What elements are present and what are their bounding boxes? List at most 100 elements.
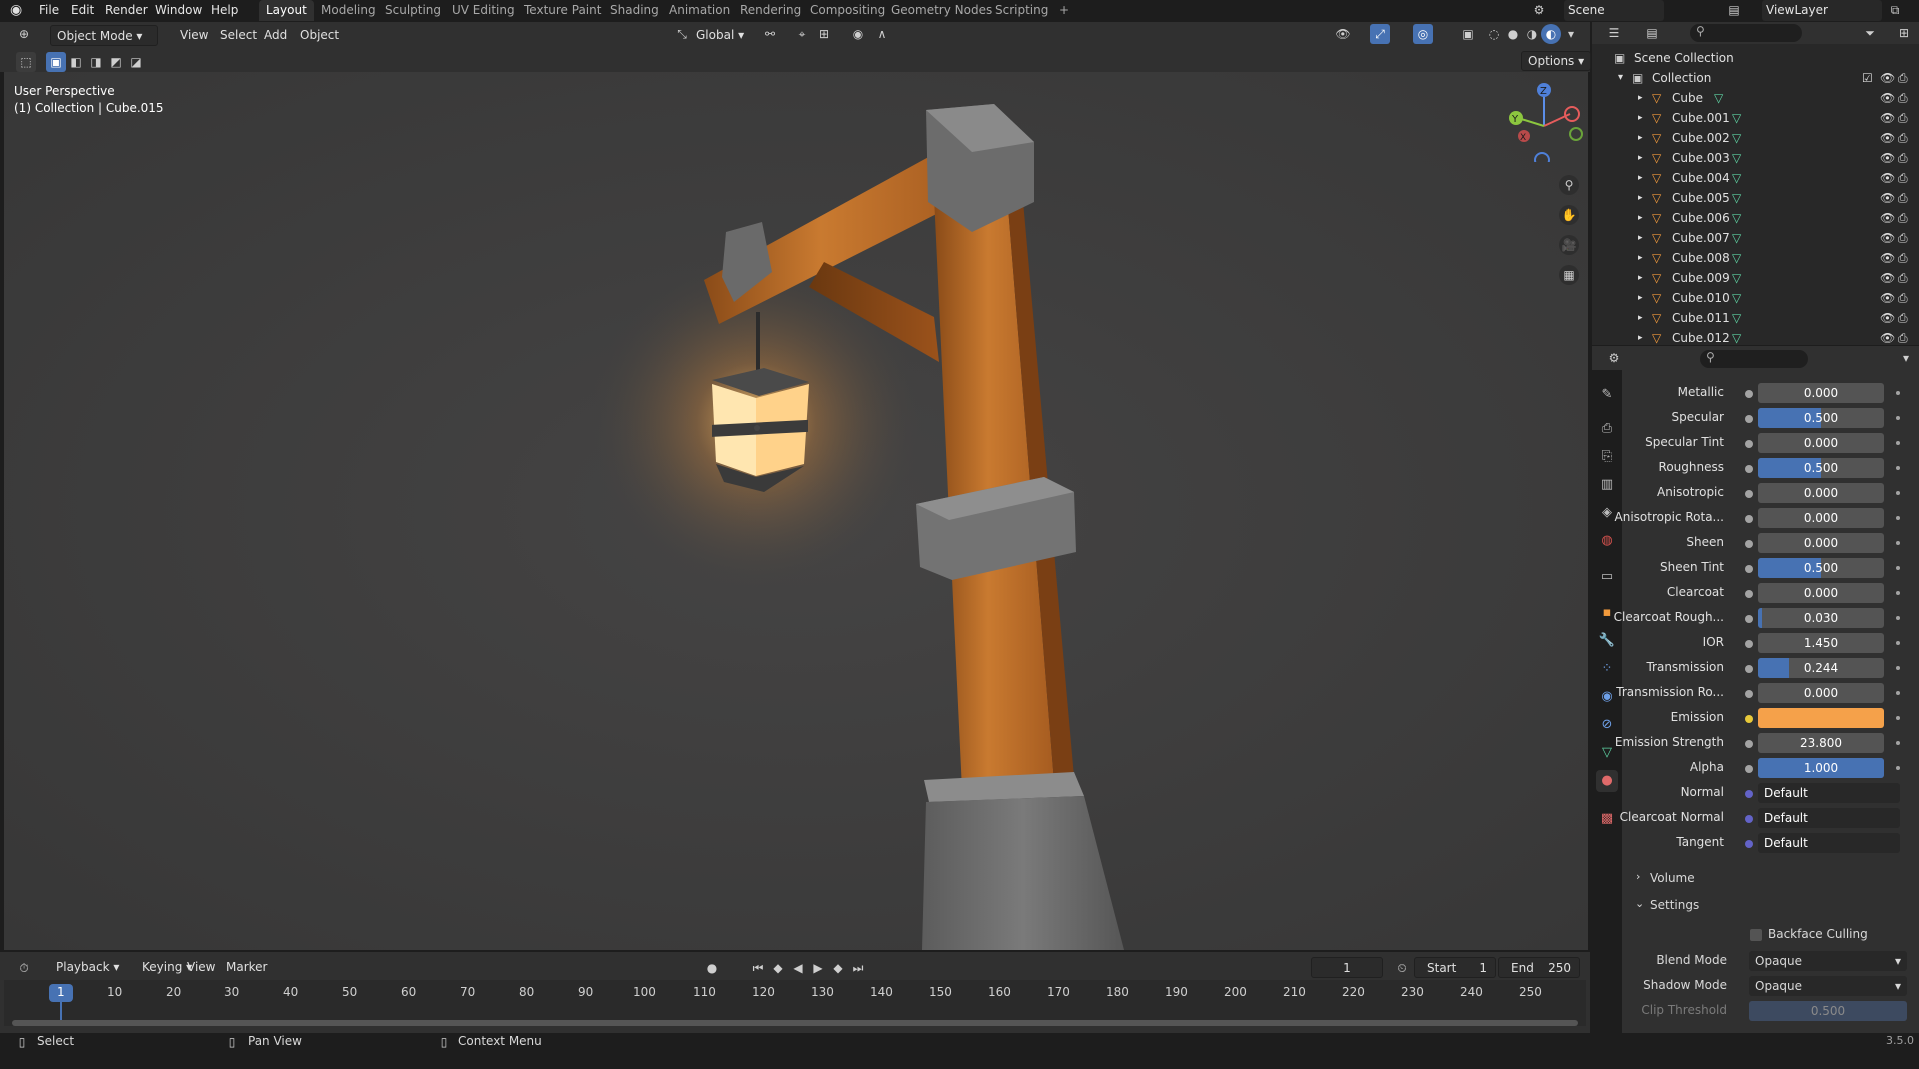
outliner-object-row[interactable]: ▸ ▽ Cube.012 ▽ 👁 ⎙ (1592, 328, 1919, 348)
expand-arrow-icon[interactable]: ▾ (1618, 68, 1623, 88)
vector-socket-icon[interactable] (1745, 840, 1753, 848)
volume-panel-header[interactable]: › Volume (1622, 868, 1919, 890)
outliner-editor-type-icon[interactable]: ☰ (1604, 23, 1624, 43)
property-slider[interactable]: 0.030 (1758, 608, 1884, 628)
menu-view[interactable]: View (174, 25, 214, 46)
eye-icon[interactable]: 👁 (1880, 308, 1895, 328)
shadow-mode-dropdown[interactable]: Opaque ▾ (1749, 976, 1907, 996)
pan-hand-icon[interactable]: ✋ (1559, 205, 1579, 225)
socket-dot-icon[interactable] (1745, 740, 1753, 748)
socket-dot-icon[interactable] (1745, 440, 1753, 448)
property-slider[interactable]: 0.500 (1758, 408, 1884, 428)
eye-icon[interactable]: 👁 (1880, 128, 1895, 148)
expand-arrow-icon[interactable]: ▸ (1638, 228, 1643, 248)
timeline-scrollbar[interactable] (12, 1020, 1578, 1026)
menu-file[interactable]: File (39, 0, 59, 21)
perspective-grid-icon[interactable]: ▦ (1559, 265, 1579, 285)
camera-icon[interactable]: ⎙ (1898, 68, 1908, 88)
gizmo-toggle-icon[interactable]: ⤢ (1370, 24, 1390, 44)
keyframe-dot-icon[interactable] (1896, 491, 1900, 495)
expand-arrow-icon[interactable]: ▸ (1638, 188, 1643, 208)
expand-arrow-icon[interactable]: ▸ (1638, 108, 1643, 128)
outliner-scene-collection[interactable]: ▣ Scene Collection (1592, 48, 1919, 68)
tab-modeling[interactable]: Modeling (314, 0, 383, 21)
view-layer-selector[interactable]: ViewLayer (1762, 0, 1882, 21)
property-slider[interactable]: 0.500 (1758, 458, 1884, 478)
outliner-object-row[interactable]: ▸ ▽ Cube.009 ▽ 👁 ⎙ (1592, 268, 1919, 288)
outliner-object-row[interactable]: ▸ ▽ Cube.002 ▽ 👁 ⎙ (1592, 128, 1919, 148)
socket-dot-icon[interactable] (1745, 765, 1753, 773)
camera-icon[interactable]: ⎙ (1898, 288, 1908, 308)
expand-arrow-icon[interactable]: ▸ (1638, 88, 1643, 108)
property-slider[interactable]: 1.000 (1758, 758, 1884, 778)
modifier-tab-icon[interactable]: 🔧 (1596, 630, 1618, 652)
property-slider[interactable]: 0.000 (1758, 683, 1884, 703)
property-slider[interactable]: 0.000 (1758, 383, 1884, 403)
outliner-object-row[interactable]: ▸ ▽ Cube.005 ▽ 👁 ⎙ (1592, 188, 1919, 208)
eye-icon[interactable]: 👁 (1880, 268, 1895, 288)
outliner-object-row[interactable]: ▸ ▽ Cube.004 ▽ 👁 ⎙ (1592, 168, 1919, 188)
menu-timeline-view[interactable]: View (181, 957, 221, 978)
expand-arrow-icon[interactable]: ▸ (1638, 208, 1643, 228)
socket-dot-icon[interactable] (1745, 615, 1753, 623)
mesh-data-icon[interactable]: ▽ (1732, 308, 1741, 328)
outliner-object-row[interactable]: ▸ ▽ Cube.006 ▽ 👁 ⎙ (1592, 208, 1919, 228)
timeline-editor-type-icon[interactable]: ⏱ (14, 958, 34, 978)
keyframe-dot-icon[interactable] (1896, 691, 1900, 695)
overlay-toggle-icon[interactable]: ◎ (1413, 24, 1433, 44)
xray-icon[interactable]: ▣ (1458, 24, 1478, 44)
eye-icon[interactable]: 👁 (1880, 328, 1895, 348)
display-mode-icon[interactable]: ▤ (1642, 23, 1662, 43)
property-slider[interactable]: 0.000 (1758, 583, 1884, 603)
options-button[interactable]: Options ▾ (1521, 51, 1592, 71)
output-tab-icon[interactable]: ⎘ (1596, 446, 1618, 468)
camera-icon[interactable]: ⎙ (1898, 108, 1908, 128)
menu-playback[interactable]: Playback ▾ (50, 957, 125, 978)
expand-arrow-icon[interactable]: ▸ (1638, 248, 1643, 268)
property-slider[interactable]: 0.244 (1758, 658, 1884, 678)
select-extend-icon[interactable]: ◧ (66, 52, 86, 72)
wireframe-shading-icon[interactable]: ◌ (1484, 24, 1504, 44)
mesh-data-icon[interactable]: ▽ (1732, 268, 1741, 288)
tab-uv-editing[interactable]: UV Editing (445, 0, 522, 21)
socket-dot-icon[interactable] (1745, 715, 1753, 723)
keyframe-dot-icon[interactable] (1896, 716, 1900, 720)
mesh-data-icon[interactable]: ▽ (1732, 228, 1741, 248)
outliner-object-row[interactable]: ▸ ▽ Cube.008 ▽ 👁 ⎙ (1592, 248, 1919, 268)
start-frame-field[interactable]: Start 1 (1414, 957, 1496, 978)
socket-dot-icon[interactable] (1745, 390, 1753, 398)
end-frame-field[interactable]: End 250 (1498, 957, 1580, 978)
socket-dot-icon[interactable] (1745, 690, 1753, 698)
mesh-data-icon[interactable]: ▽ (1714, 88, 1723, 108)
select-tool-icon[interactable]: ⬚ (16, 52, 36, 72)
mesh-data-icon[interactable]: ▽ (1732, 208, 1741, 228)
mesh-data-icon[interactable]: ▽ (1732, 248, 1741, 268)
world-tab-icon[interactable]: ◍ (1596, 530, 1618, 552)
clip-threshold-field[interactable]: 0.500 (1749, 1001, 1907, 1021)
tab-animation[interactable]: Animation (662, 0, 737, 21)
rendered-shading-icon[interactable]: ◐ (1541, 24, 1561, 44)
menu-edit[interactable]: Edit (71, 0, 94, 21)
tab-texture-paint[interactable]: Texture Paint (517, 0, 608, 21)
outliner-object-row[interactable]: ▸ ▽ Cube.011 ▽ 👁 ⎙ (1592, 308, 1919, 328)
play-icon[interactable]: ▶ (808, 958, 828, 978)
camera-icon[interactable]: ⎙ (1898, 308, 1908, 328)
transform-orientation-icon[interactable]: ⤡ (672, 24, 692, 44)
socket-dot-icon[interactable] (1745, 515, 1753, 523)
property-slider[interactable]: 0.000 (1758, 433, 1884, 453)
keyframe-dot-icon[interactable] (1896, 391, 1900, 395)
keyframe-dot-icon[interactable] (1896, 466, 1900, 470)
keyframe-dot-icon[interactable] (1896, 741, 1900, 745)
jump-start-icon[interactable]: ⏮ (748, 958, 768, 978)
next-keyframe-icon[interactable]: ◆ (828, 958, 848, 978)
keyframe-dot-icon[interactable] (1896, 566, 1900, 570)
camera-icon[interactable]: ⎙ (1898, 228, 1908, 248)
texture-tab-icon[interactable]: ▩ (1596, 808, 1618, 830)
eye-icon[interactable]: 👁 (1880, 188, 1895, 208)
collection-tab-icon[interactable]: ▭ (1596, 566, 1618, 588)
socket-dot-icon[interactable] (1745, 490, 1753, 498)
outliner-object-row[interactable]: ▸ ▽ Cube.010 ▽ 👁 ⎙ (1592, 288, 1919, 308)
new-collection-icon[interactable]: ⊞ (1894, 23, 1914, 43)
vector-socket-icon[interactable] (1745, 790, 1753, 798)
menu-render[interactable]: Render (105, 0, 148, 21)
